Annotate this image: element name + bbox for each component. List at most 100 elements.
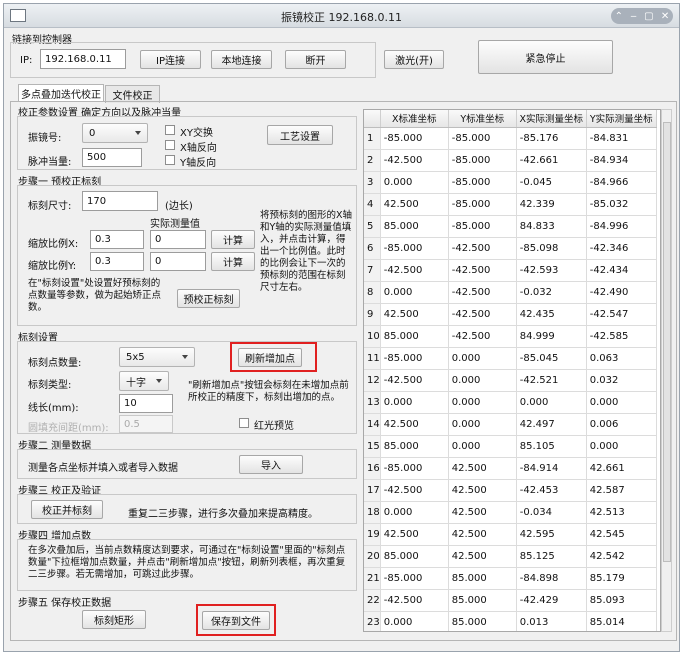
table-cell[interactable]: -85.098: [516, 237, 587, 260]
table-row[interactable]: 5 85.000 -85.000 84.833 -84.996: [364, 215, 657, 238]
table-cell[interactable]: -42.500: [448, 237, 517, 260]
table-cell[interactable]: 0.000: [586, 391, 657, 414]
row-index-cell[interactable]: 8: [364, 281, 381, 304]
close-icon[interactable]: ✕: [661, 11, 669, 22]
table-cell[interactable]: -84.996: [586, 215, 657, 238]
table-cell[interactable]: -42.500: [380, 369, 449, 392]
row-index-cell[interactable]: 16: [364, 457, 381, 480]
table-cell[interactable]: -85.000: [448, 171, 517, 194]
table-row[interactable]: 14 42.500 0.000 42.497 0.006: [364, 413, 657, 436]
table-row[interactable]: 1 -85.000 -85.000 -85.176 -84.831: [364, 127, 657, 150]
table-cell[interactable]: -42.429: [516, 589, 587, 612]
disconnect-button[interactable]: 断开: [285, 50, 346, 69]
table-cell[interactable]: -84.966: [586, 171, 657, 194]
table-cell[interactable]: 85.000: [448, 611, 517, 631]
table-cell[interactable]: 0.000: [448, 391, 517, 414]
table-cell[interactable]: 42.500: [448, 501, 517, 524]
import-button[interactable]: 导入: [239, 455, 303, 474]
table-cell[interactable]: 42.587: [586, 479, 657, 502]
size-input[interactable]: 170: [82, 191, 158, 211]
table-cell[interactable]: 84.999: [516, 325, 587, 348]
mark-rect-button[interactable]: 标刻矩形: [82, 610, 146, 629]
table-cell[interactable]: 0.000: [380, 501, 449, 524]
process-settings-button[interactable]: 工艺设置: [267, 125, 333, 145]
table-cell[interactable]: -42.490: [586, 281, 657, 304]
table-cell[interactable]: 85.179: [586, 567, 657, 590]
calc-x-button[interactable]: 计算: [211, 230, 255, 249]
table-cell[interactable]: 0.000: [448, 347, 517, 370]
table-cell[interactable]: 42.661: [586, 457, 657, 480]
table-cell[interactable]: 0.063: [586, 347, 657, 370]
table-cell[interactable]: 85.105: [516, 435, 587, 458]
table-cell[interactable]: -85.000: [380, 567, 449, 590]
row-index-cell[interactable]: 7: [364, 259, 381, 282]
table-cell[interactable]: 85.014: [586, 611, 657, 631]
emergency-stop-button[interactable]: 紧急停止: [478, 40, 613, 74]
table-cell[interactable]: 0.000: [516, 391, 587, 414]
table-row[interactable]: 13 0.000 0.000 0.000 0.000: [364, 391, 657, 414]
table-cell[interactable]: 42.500: [380, 303, 449, 326]
length-input[interactable]: 10: [119, 394, 173, 413]
table-row[interactable]: 10 85.000 -42.500 84.999 -42.585: [364, 325, 657, 348]
row-index-cell[interactable]: 22: [364, 589, 381, 612]
table-cell[interactable]: 42.500: [448, 479, 517, 502]
table-cell[interactable]: -84.934: [586, 149, 657, 172]
table-cell[interactable]: 85.000: [380, 435, 449, 458]
table-cell[interactable]: 42.545: [586, 523, 657, 546]
table-row[interactable]: 19 42.500 42.500 42.595 42.545: [364, 523, 657, 546]
row-index-cell[interactable]: 14: [364, 413, 381, 436]
ip-input[interactable]: 192.168.0.11: [40, 49, 126, 69]
table-cell[interactable]: -84.898: [516, 567, 587, 590]
table-cell[interactable]: 0.013: [516, 611, 587, 631]
table-cell[interactable]: -0.032: [516, 281, 587, 304]
table-cell[interactable]: -85.000: [448, 127, 517, 150]
row-index-cell[interactable]: 15: [364, 435, 381, 458]
row-index-cell[interactable]: 6: [364, 237, 381, 260]
table-cell[interactable]: 0.000: [380, 611, 449, 631]
table-cell[interactable]: 0.032: [586, 369, 657, 392]
table-cell[interactable]: 42.435: [516, 303, 587, 326]
table-cell[interactable]: 85.000: [448, 567, 517, 590]
row-index-cell[interactable]: 1: [364, 127, 381, 150]
table-cell[interactable]: 85.000: [380, 215, 449, 238]
table-scrollbar[interactable]: [661, 109, 672, 632]
correct-and-mark-button[interactable]: 校正并标刻: [31, 500, 103, 519]
table-cell[interactable]: -0.034: [516, 501, 587, 524]
table-cell[interactable]: 42.500: [448, 545, 517, 568]
table-cell[interactable]: -85.176: [516, 127, 587, 150]
pulse-input[interactable]: 500: [82, 148, 142, 167]
table-cell[interactable]: 0.000: [380, 391, 449, 414]
row-index-cell[interactable]: 21: [364, 567, 381, 590]
table-row[interactable]: 8 0.000 -42.500 -0.032 -42.490: [364, 281, 657, 304]
row-index-cell[interactable]: 13: [364, 391, 381, 414]
row-index-cell[interactable]: 2: [364, 149, 381, 172]
table-cell[interactable]: 84.833: [516, 215, 587, 238]
row-index-cell[interactable]: 10: [364, 325, 381, 348]
maximize-icon[interactable]: ▢: [644, 11, 653, 22]
row-index-cell[interactable]: 23: [364, 611, 381, 631]
table-cell[interactable]: -42.500: [380, 259, 449, 282]
row-index-cell[interactable]: 4: [364, 193, 381, 216]
row-index-cell[interactable]: 12: [364, 369, 381, 392]
table-cell[interactable]: -42.500: [448, 281, 517, 304]
col-header-y-actual[interactable]: Y实际测量坐标: [586, 110, 657, 128]
table-row[interactable]: 6 -85.000 -42.500 -85.098 -42.346: [364, 237, 657, 260]
table-cell[interactable]: -42.453: [516, 479, 587, 502]
row-index-cell[interactable]: 19: [364, 523, 381, 546]
table-cell[interactable]: -85.000: [380, 127, 449, 150]
table-cell[interactable]: 42.500: [380, 523, 449, 546]
table-cell[interactable]: 42.500: [380, 193, 449, 216]
table-cell[interactable]: -84.914: [516, 457, 587, 480]
table-cell[interactable]: -85.000: [448, 215, 517, 238]
tab-iterative[interactable]: 多点叠加迭代校正: [18, 84, 104, 102]
row-index-cell[interactable]: 5: [364, 215, 381, 238]
table-cell[interactable]: 0.000: [586, 435, 657, 458]
table-cell[interactable]: 42.513: [586, 501, 657, 524]
row-index-cell[interactable]: 20: [364, 545, 381, 568]
y-reverse-checkbox[interactable]: [165, 155, 175, 165]
table-cell[interactable]: 42.497: [516, 413, 587, 436]
type-select[interactable]: 十字: [119, 371, 169, 391]
scale-y-input[interactable]: 0.3: [90, 252, 144, 271]
fill-input[interactable]: 0.5: [119, 415, 173, 433]
measured-y-input[interactable]: 0: [150, 252, 206, 271]
